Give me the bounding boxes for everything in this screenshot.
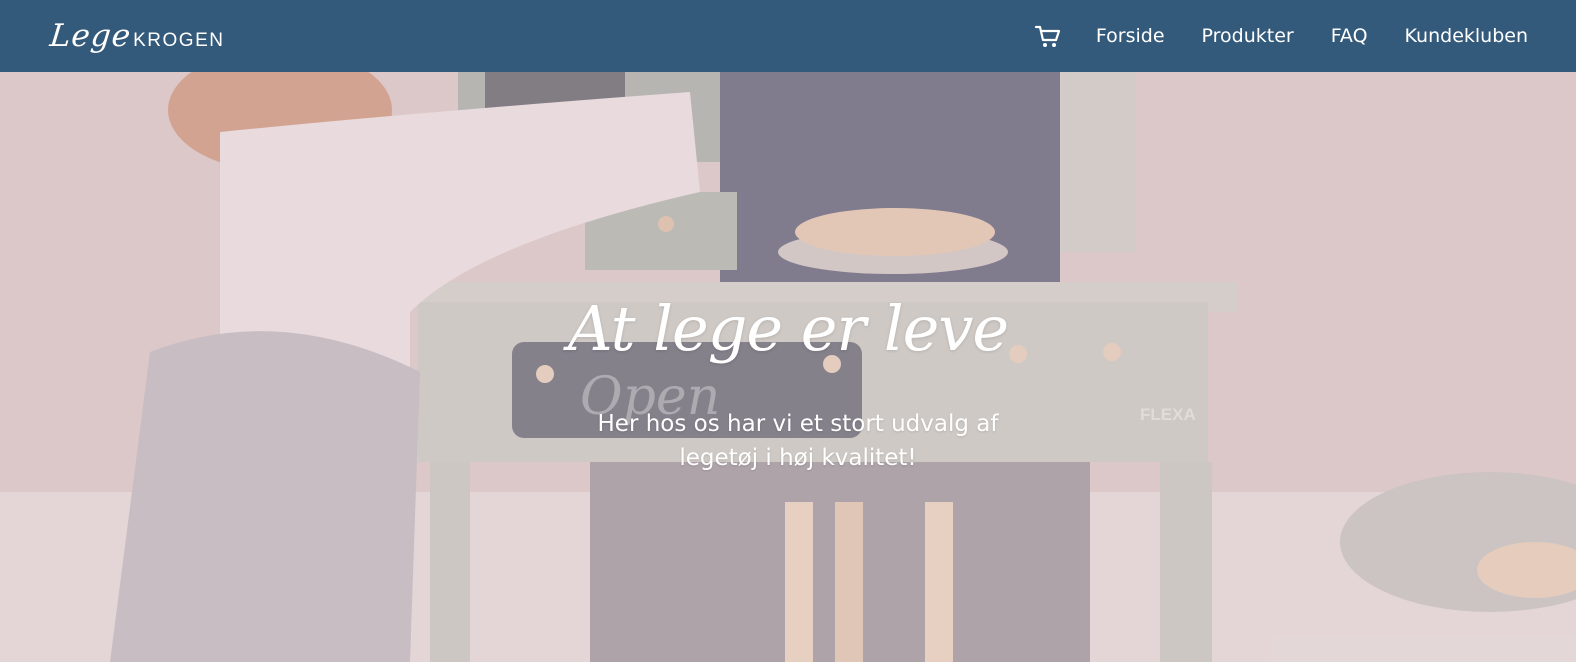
logo-caps-text: KROGEN	[133, 30, 225, 51]
nav-link-produkter[interactable]: Produkter	[1202, 25, 1294, 47]
hero-content: At lege er leve Her hos os har vi et sto…	[0, 72, 1576, 662]
main-nav: Forside Produkter FAQ Kundeklub​en	[1034, 22, 1528, 50]
nav-link-kundeklubben[interactable]: Kundeklub​en	[1405, 25, 1528, 47]
top-navbar: Lege KROGEN Forside Produkter FAQ Kundek…	[0, 0, 1576, 72]
site-logo[interactable]: Lege KROGEN	[48, 18, 225, 54]
hero-subtitle: Her hos os har vi et stort udvalg af leg…	[597, 411, 999, 471]
shopping-cart-icon[interactable]	[1034, 22, 1062, 50]
nav-link-forside[interactable]: Forside	[1096, 25, 1165, 47]
hero-banner: Open FLEXA At lege er leve Her hos os ha…	[0, 72, 1576, 662]
hero-title: At lege er leve	[567, 292, 1009, 365]
logo-script-text: Lege	[48, 18, 134, 54]
nav-link-faq[interactable]: FAQ	[1331, 25, 1368, 47]
